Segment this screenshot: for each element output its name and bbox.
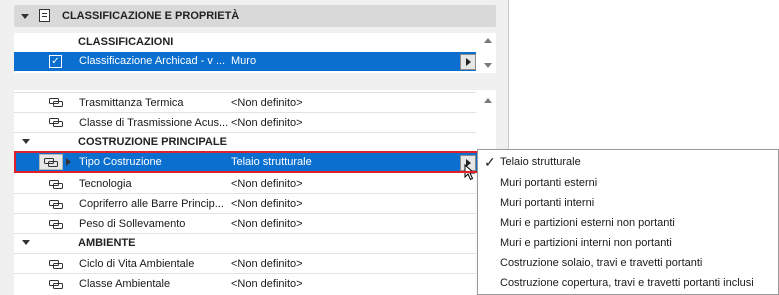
document-icon (39, 9, 50, 22)
row-divider (14, 273, 476, 274)
row-divider (14, 132, 476, 133)
row-divider (14, 233, 476, 234)
property-name: Copriferro alle Barre Princip... (79, 198, 224, 210)
property-value[interactable]: <Non definito> (231, 258, 381, 270)
property-name: Classe di Trasmissione Acus... (79, 117, 229, 129)
link-icon (49, 118, 63, 127)
link-icon (49, 180, 63, 189)
classification-dropdown-button[interactable] (460, 54, 476, 70)
property-value[interactable]: <Non definito> (231, 278, 381, 290)
row-divider (14, 253, 476, 254)
group-title: COSTRUZIONE PRINCIPALE (78, 136, 227, 148)
property-value[interactable]: <Non definito> (231, 178, 381, 190)
menu-option[interactable]: Costruzione copertura, travi e travetti … (500, 277, 754, 289)
link-icon (49, 260, 63, 269)
row-divider (14, 213, 476, 214)
menu-option[interactable]: Costruzione solaio, travi e travetti por… (500, 257, 702, 269)
section-collapse-icon[interactable] (21, 14, 29, 19)
link-icon (49, 280, 63, 289)
link-icon (49, 220, 63, 229)
highlight-frame (14, 151, 482, 173)
property-name: Trasmittanza Termica (79, 97, 184, 109)
classifications-title: CLASSIFICAZIONI (78, 36, 174, 48)
classification-name: Classificazione Archicad - v ... (79, 55, 226, 67)
classification-checkbox[interactable]: ✓ (49, 55, 62, 68)
row-divider (14, 92, 476, 93)
property-name: Tecnologia (79, 178, 132, 190)
menu-option[interactable]: Muri e partizioni esterni non portanti (500, 217, 675, 229)
construction-type-dropdown-menu: ✓ Telaio strutturale Muri portanti ester… (477, 149, 779, 295)
property-value[interactable]: <Non definito> (231, 198, 381, 210)
checkmark-icon: ✓ (484, 154, 496, 170)
classification-value: Muro (231, 55, 257, 67)
group-collapse-icon[interactable] (22, 139, 30, 144)
row-divider (14, 112, 476, 113)
menu-option[interactable]: Muri portanti esterni (500, 177, 597, 189)
property-value[interactable]: <Non definito> (231, 97, 381, 109)
property-value[interactable]: <Non definito> (231, 218, 381, 230)
menu-option-selected[interactable]: Telaio strutturale (500, 156, 581, 168)
group-title: AMBIENTE (78, 237, 136, 249)
property-value[interactable]: <Non definito> (231, 117, 381, 129)
link-icon (49, 98, 63, 107)
group-collapse-icon[interactable] (22, 240, 30, 245)
row-divider (14, 193, 476, 194)
scroll-up-icon[interactable] (484, 38, 492, 43)
property-name: Peso di Sollevamento (79, 218, 186, 230)
property-name: Classe Ambientale (79, 278, 171, 290)
link-icon (49, 200, 63, 209)
properties-scroll-up-icon[interactable] (484, 98, 492, 103)
section-title: CLASSIFICAZIONE E PROPRIETÀ (62, 10, 240, 22)
menu-option[interactable]: Muri portanti interni (500, 197, 594, 209)
property-name: Ciclo di Vita Ambientale (79, 258, 195, 270)
scroll-down-icon[interactable] (484, 63, 492, 68)
menu-option[interactable]: Muri e partizioni interni non portanti (500, 237, 672, 249)
